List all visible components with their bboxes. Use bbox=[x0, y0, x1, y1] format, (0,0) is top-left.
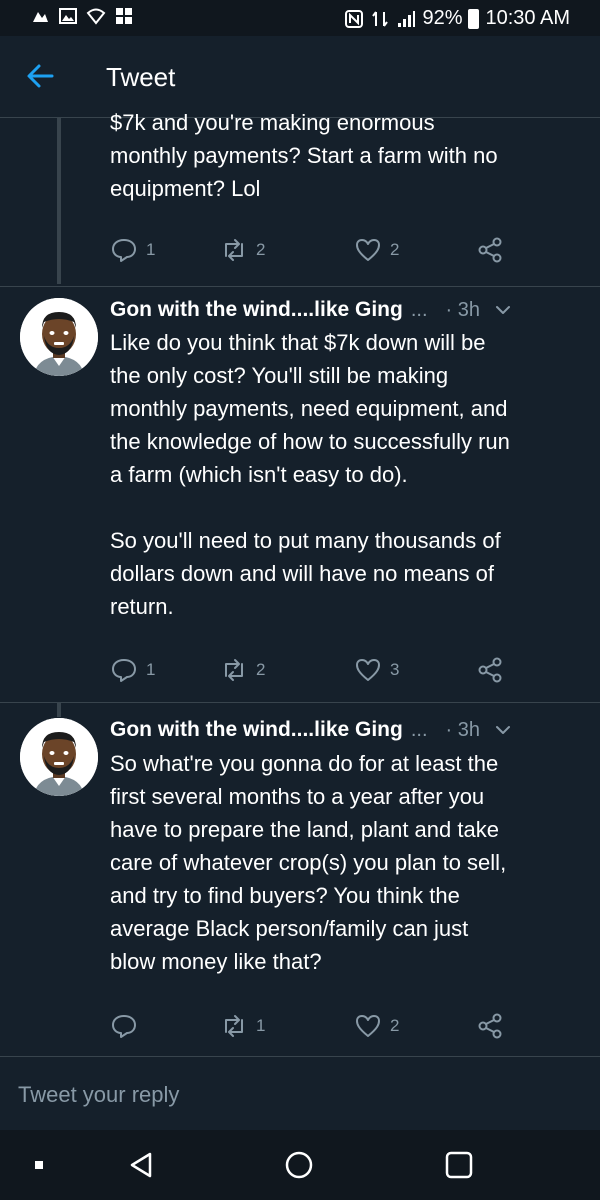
retweet-count: 2 bbox=[256, 240, 266, 259]
nfc-icon bbox=[345, 9, 364, 28]
retweet-button[interactable]: 2 bbox=[220, 236, 265, 264]
gallery-icon bbox=[59, 8, 77, 24]
home-circle-icon[interactable] bbox=[282, 1148, 316, 1182]
tweet-time: · 3h bbox=[445, 718, 480, 741]
like-count: 2 bbox=[390, 1016, 400, 1035]
thread-line bbox=[57, 703, 61, 717]
author-name[interactable]: Gon with the wind....like Ging bbox=[110, 298, 403, 322]
thread-line bbox=[57, 118, 61, 284]
clock: 10:30 AM bbox=[485, 7, 570, 29]
like-count: 3 bbox=[390, 660, 400, 679]
like-count: 2 bbox=[390, 240, 400, 259]
heart-icon bbox=[356, 659, 380, 681]
retweet-button[interactable]: 1 bbox=[220, 1012, 265, 1040]
like-button[interactable]: 2 bbox=[354, 236, 399, 264]
avatar-image bbox=[20, 298, 98, 376]
avatar[interactable] bbox=[20, 718, 98, 796]
overview-square-icon[interactable] bbox=[442, 1148, 476, 1182]
signal-icon bbox=[398, 10, 416, 27]
back-arrow-icon[interactable] bbox=[22, 58, 58, 94]
system-nav-bar bbox=[0, 1130, 600, 1200]
reply-button[interactable]: 1 bbox=[110, 656, 155, 684]
share-button[interactable] bbox=[476, 656, 504, 684]
like-button[interactable]: 3 bbox=[354, 656, 399, 684]
battery-percent: 92% bbox=[422, 7, 463, 29]
avatar[interactable] bbox=[20, 298, 98, 376]
chevron-down-icon[interactable] bbox=[492, 719, 514, 741]
reply-button[interactable]: 1 bbox=[110, 236, 155, 264]
retweet-count: 2 bbox=[256, 660, 266, 679]
share-icon bbox=[478, 657, 502, 683]
tweet-actions: 1 2 3 bbox=[110, 656, 510, 688]
author-ellipsis: ... bbox=[410, 718, 428, 741]
author-ellipsis: ... bbox=[410, 298, 428, 321]
reply-icon bbox=[112, 239, 136, 262]
tweet-header: Gon with the wind....like Ging ... · 3h bbox=[110, 714, 590, 746]
tweet-divider bbox=[0, 702, 600, 703]
share-button[interactable] bbox=[476, 236, 504, 264]
back-triangle-icon[interactable] bbox=[124, 1148, 158, 1182]
grid-icon bbox=[116, 8, 132, 24]
share-icon bbox=[478, 237, 502, 263]
author-name[interactable]: Gon with the wind....like Ging bbox=[110, 718, 403, 742]
wifi-icon bbox=[86, 8, 106, 25]
tweet-text: Like do you think that $7k down will be … bbox=[110, 330, 510, 619]
tweet-actions: 1 2 bbox=[110, 1012, 510, 1044]
page-title: Tweet bbox=[106, 62, 176, 92]
recents-dot-icon[interactable] bbox=[22, 1148, 56, 1182]
status-bar: 92% 10:30 AM bbox=[0, 0, 600, 36]
reply-count: 1 bbox=[146, 240, 156, 259]
reply-count: 1 bbox=[146, 660, 156, 679]
notification-icon bbox=[33, 12, 48, 22]
chevron-down-icon[interactable] bbox=[492, 299, 514, 321]
retweet-icon bbox=[225, 239, 243, 261]
tweet-divider bbox=[0, 286, 600, 287]
share-icon bbox=[478, 1013, 502, 1039]
reply-icon bbox=[112, 659, 136, 682]
battery-icon bbox=[468, 8, 480, 29]
tweet-header: Gon with the wind....like Ging ... · 3h bbox=[110, 294, 590, 326]
tweet-time: · 3h bbox=[445, 298, 480, 321]
retweet-button[interactable]: 2 bbox=[220, 656, 265, 684]
reply-bar bbox=[0, 1056, 600, 1130]
heart-icon bbox=[356, 1015, 380, 1037]
data-icon bbox=[372, 10, 389, 27]
share-button[interactable] bbox=[476, 1012, 504, 1040]
retweet-icon bbox=[225, 659, 243, 681]
reply-icon bbox=[112, 1015, 136, 1038]
tweet-actions: 1 2 2 bbox=[110, 236, 510, 268]
reply-button[interactable] bbox=[110, 1012, 146, 1040]
avatar-image bbox=[20, 718, 98, 796]
reply-input[interactable] bbox=[18, 1077, 578, 1113]
retweet-count: 1 bbox=[256, 1016, 266, 1035]
retweet-icon bbox=[225, 1015, 243, 1037]
heart-icon bbox=[356, 239, 380, 261]
tweet-text: $7k and you're making enormous monthly p… bbox=[110, 110, 498, 201]
like-button[interactable]: 2 bbox=[354, 1012, 399, 1040]
tweet-text: So what're you gonna do for at least the… bbox=[110, 751, 507, 974]
